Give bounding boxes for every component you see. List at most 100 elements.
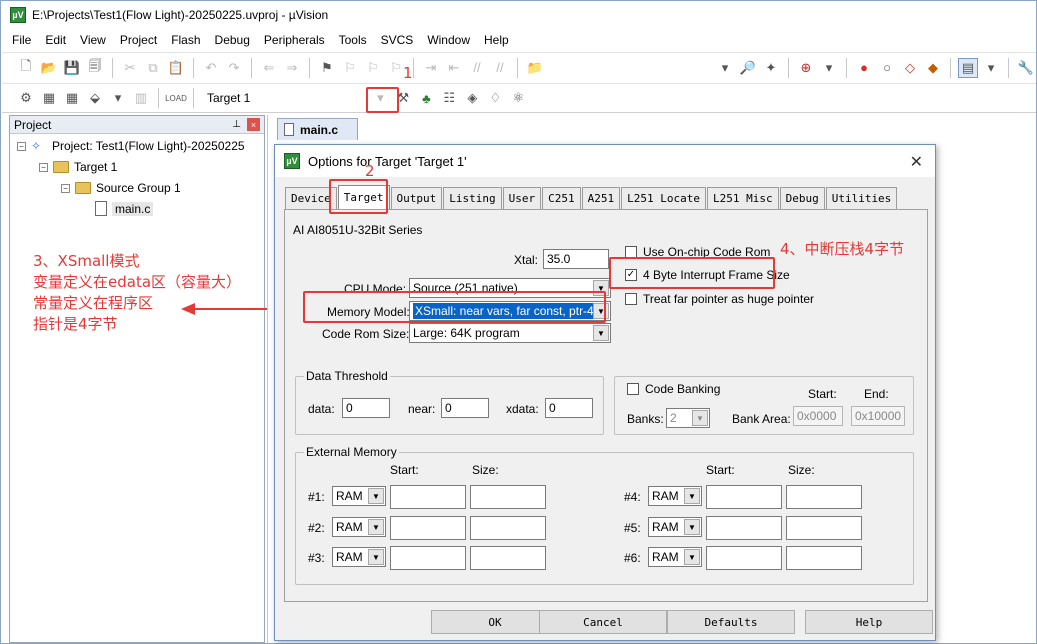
- tab-c251[interactable]: C251: [542, 187, 581, 209]
- target-select[interactable]: Target 1: [201, 91, 256, 105]
- menu-tools[interactable]: Tools: [339, 33, 367, 47]
- editor-tab-main-c[interactable]: main.c: [277, 118, 358, 140]
- menu-help[interactable]: Help: [484, 33, 509, 47]
- data-threshold-data-input[interactable]: 0: [342, 398, 390, 418]
- find-dropdown-icon[interactable]: ▾: [715, 58, 735, 78]
- data-threshold-xdata-input[interactable]: 0: [545, 398, 593, 418]
- debug-session-icon[interactable]: ⊕: [796, 58, 816, 78]
- collapse-icon[interactable]: −: [39, 162, 48, 172]
- bookmark-prev-icon[interactable]: ⚐: [340, 58, 360, 78]
- unindent-icon[interactable]: ⇤: [444, 58, 464, 78]
- checkbox-box[interactable]: [625, 293, 637, 305]
- uncomment-icon[interactable]: //: [490, 58, 510, 78]
- paste-icon[interactable]: 📋: [166, 58, 186, 78]
- ext-mem-size-input[interactable]: [470, 516, 546, 540]
- chevron-down-icon[interactable]: ▼: [692, 410, 708, 426]
- ext-mem-type-select[interactable]: RAM ▼: [332, 486, 386, 506]
- run-time-env-icon[interactable]: ⚛: [508, 88, 528, 108]
- banks-select[interactable]: 2 ▼: [666, 408, 710, 428]
- menu-peripherals[interactable]: Peripherals: [264, 33, 325, 47]
- tab-a251[interactable]: A251: [581, 187, 621, 209]
- tree-group-row[interactable]: − Source Group 1: [61, 181, 181, 195]
- breakpoint-disable-icon[interactable]: ○: [877, 58, 897, 78]
- defaults-button[interactable]: Defaults: [667, 610, 795, 634]
- treat-far-pointer-checkbox[interactable]: Treat far pointer as huge pointer: [625, 292, 814, 306]
- tree-root-row[interactable]: − ✧ Project: Test1(Flow Light)-20250225: [17, 139, 245, 153]
- menu-view[interactable]: View: [80, 33, 106, 47]
- ext-mem-size-input[interactable]: [470, 546, 546, 570]
- breakpoint-icon[interactable]: ●: [854, 58, 874, 78]
- copy-icon[interactable]: ⧉: [143, 58, 163, 78]
- menu-project[interactable]: Project: [120, 33, 157, 47]
- close-icon[interactable]: ✕: [910, 152, 923, 172]
- pin-icon[interactable]: ⊥: [232, 119, 241, 130]
- ext-mem-type-select[interactable]: RAM ▼: [648, 486, 702, 506]
- chevron-down-icon[interactable]: ▼: [593, 325, 609, 341]
- file-extensions-icon[interactable]: ♣: [416, 88, 436, 108]
- xtal-input[interactable]: 35.0: [543, 249, 609, 269]
- nav-back-icon[interactable]: ⇐: [259, 58, 279, 78]
- debug-dropdown-icon[interactable]: ▾: [819, 58, 839, 78]
- ext-mem-start-input[interactable]: [390, 485, 466, 509]
- batch-dropdown-icon[interactable]: ▾: [108, 88, 128, 108]
- ext-mem-start-input[interactable]: [390, 516, 466, 540]
- collapse-icon[interactable]: −: [17, 141, 26, 151]
- open-file-icon[interactable]: 📂: [39, 58, 59, 78]
- ext-mem-size-input[interactable]: [786, 516, 862, 540]
- close-pane-icon[interactable]: ×: [247, 118, 260, 131]
- cancel-button[interactable]: Cancel: [539, 610, 667, 634]
- menu-window[interactable]: Window: [427, 33, 470, 47]
- ext-mem-start-input[interactable]: [706, 546, 782, 570]
- cut-icon[interactable]: ✂: [120, 58, 140, 78]
- manage-project-items-icon[interactable]: ☷: [439, 88, 459, 108]
- bank-area-end-input[interactable]: 0x10000: [851, 406, 905, 426]
- tab-l251-locate[interactable]: L251 Locate: [621, 187, 706, 209]
- save-icon[interactable]: 💾: [62, 58, 82, 78]
- ext-mem-type-select[interactable]: RAM ▼: [332, 547, 386, 567]
- menu-svcs[interactable]: SVCS: [381, 33, 414, 47]
- configure-icon[interactable]: 🔧: [1016, 58, 1036, 78]
- breakpoint-kill-icon[interactable]: ◇: [900, 58, 920, 78]
- chevron-down-icon[interactable]: ▼: [684, 488, 700, 504]
- stop-build-icon[interactable]: ▥: [131, 88, 151, 108]
- checkbox-box[interactable]: [627, 383, 639, 395]
- comment-icon[interactable]: //: [467, 58, 487, 78]
- save-all-icon[interactable]: 🗐: [85, 58, 105, 78]
- ext-mem-size-input[interactable]: [470, 485, 546, 509]
- tree-file-row[interactable]: main.c: [95, 201, 154, 216]
- find-icon[interactable]: 🔎: [738, 58, 758, 78]
- ext-mem-start-input[interactable]: [706, 485, 782, 509]
- tab-user[interactable]: User: [502, 187, 542, 209]
- chevron-down-icon[interactable]: ▼: [368, 488, 384, 504]
- nav-forward-icon[interactable]: ⇒: [282, 58, 302, 78]
- code-banking-checkbox[interactable]: Code Banking: [627, 382, 720, 396]
- ext-mem-type-select[interactable]: RAM ▼: [332, 517, 386, 537]
- help-button[interactable]: Help: [805, 610, 933, 634]
- batch-build-icon[interactable]: ⬙: [85, 88, 105, 108]
- tab-listing[interactable]: Listing: [443, 187, 502, 209]
- menu-debug[interactable]: Debug: [215, 33, 250, 47]
- select-packs-icon[interactable]: ◈: [462, 88, 482, 108]
- tab-utilities[interactable]: Utilities: [825, 187, 898, 209]
- bookmark-next-icon[interactable]: ⚐: [363, 58, 383, 78]
- tab-debug[interactable]: Debug: [779, 187, 825, 209]
- incremental-find-icon[interactable]: ✦: [761, 58, 781, 78]
- chevron-down-icon[interactable]: ▼: [684, 549, 700, 565]
- undo-icon[interactable]: ↶: [201, 58, 221, 78]
- breakpoint-clear-icon[interactable]: ◆: [923, 58, 943, 78]
- new-file-icon[interactable]: 🗋: [16, 58, 36, 78]
- rebuild-icon[interactable]: ▦: [62, 88, 82, 108]
- menu-file[interactable]: File: [12, 33, 31, 47]
- collapse-icon[interactable]: −: [61, 183, 70, 193]
- ext-mem-start-input[interactable]: [390, 546, 466, 570]
- ext-mem-size-input[interactable]: [786, 546, 862, 570]
- download-icon[interactable]: LOAD: [165, 88, 187, 108]
- chevron-down-icon[interactable]: ▼: [368, 519, 384, 535]
- ext-mem-type-select[interactable]: RAM ▼: [648, 547, 702, 567]
- window-layout-icon[interactable]: ▤: [958, 57, 978, 78]
- chevron-down-icon[interactable]: ▼: [684, 519, 700, 535]
- menu-flash[interactable]: Flash: [171, 33, 200, 47]
- data-threshold-near-input[interactable]: 0: [441, 398, 489, 418]
- code-rom-size-select[interactable]: Large: 64K program ▼: [409, 323, 611, 343]
- redo-icon[interactable]: ↷: [224, 58, 244, 78]
